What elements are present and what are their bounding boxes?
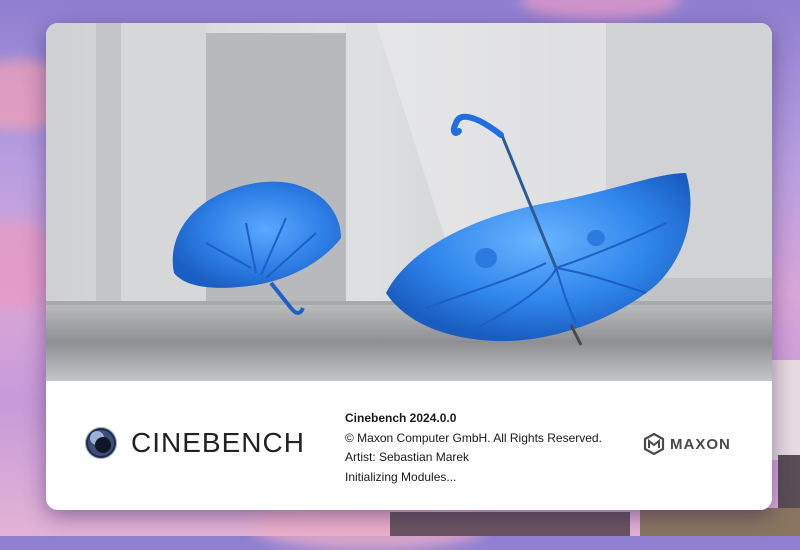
- umbrella-scene-illustration: [46, 23, 772, 381]
- version-text: Cinebench 2024.0.0: [345, 411, 457, 425]
- maxon-wordmark: MAXON: [670, 435, 731, 453]
- cinebench-logo-icon: [85, 427, 117, 459]
- loading-status-text: Initializing Modules...: [345, 469, 457, 484]
- artist-credit-text: Artist: Sebastian Marek: [345, 450, 470, 464]
- product-details: Cinebench 2024.0.0 © Maxon Computer GmbH…: [345, 409, 602, 487]
- cinebench-wordmark: CINEBENCH: [131, 427, 305, 458]
- copyright-text: © Maxon Computer GmbH. All Rights Reserv…: [345, 430, 602, 445]
- cinebench-logo: CINEBENCH: [84, 426, 305, 460]
- maxon-logo: MAXON: [643, 433, 731, 455]
- maxon-logo-icon: [643, 433, 665, 455]
- splash-window: CINEBENCH Cinebench 2024.0.0 © Maxon Com…: [46, 23, 772, 510]
- hero-artwork: [46, 23, 772, 381]
- splash-info-panel: CINEBENCH Cinebench 2024.0.0 © Maxon Com…: [46, 381, 772, 510]
